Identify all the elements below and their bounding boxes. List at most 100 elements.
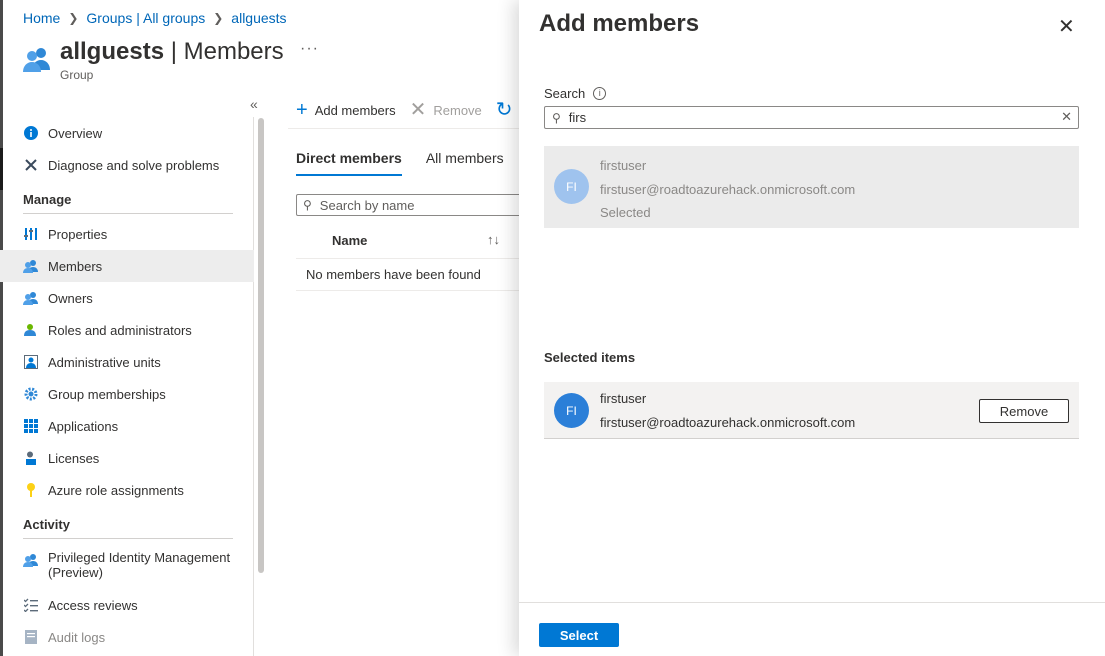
- result-details: firstuser firstuser@roadtoazurehack.onmi…: [600, 154, 855, 225]
- gear-icon: [23, 386, 39, 402]
- collapse-sidebar-icon[interactable]: «: [250, 96, 258, 112]
- toolbar-divider: [288, 128, 519, 129]
- close-icon[interactable]: ✕: [1058, 14, 1075, 39]
- sidebar-item-azure-role-assignments[interactable]: Azure role assignments: [0, 474, 254, 506]
- info-icon: [23, 125, 39, 141]
- roles-icon: [23, 322, 39, 338]
- add-members-button[interactable]: + Add members: [296, 100, 396, 120]
- column-header-name[interactable]: Name: [332, 233, 367, 248]
- search-result-item[interactable]: FI firstuser firstuser@roadtoazurehack.o…: [544, 146, 1079, 228]
- more-options-icon[interactable]: ···: [300, 40, 319, 58]
- sidebar-item-label: Owners: [48, 290, 93, 306]
- search-icon: ⚲: [552, 110, 561, 125]
- breadcrumb-groups[interactable]: Groups | All groups: [86, 10, 205, 26]
- page-subtitle: Group: [60, 68, 94, 82]
- member-search-placeholder: Search by name: [319, 197, 415, 213]
- empty-message: No members have been found: [306, 267, 481, 282]
- breadcrumb-home[interactable]: Home: [23, 10, 60, 26]
- add-members-panel: Add members ✕ Search i ⚲ firs ✕ FI first…: [519, 0, 1105, 656]
- selected-items-heading: Selected items: [544, 350, 636, 365]
- sidebar-item-label: Applications: [48, 418, 119, 434]
- group-icon: [23, 48, 50, 72]
- avatar: FI: [554, 169, 589, 204]
- search-input[interactable]: ⚲ firs ✕: [544, 106, 1079, 129]
- sidebar-item-admin-units[interactable]: Administrative units: [0, 346, 254, 378]
- pim-icon: [23, 552, 39, 568]
- panel-title: Add members: [539, 10, 700, 37]
- sidebar-item-label: Access reviews: [48, 597, 138, 613]
- search-value: firs: [568, 110, 587, 125]
- license-icon: [23, 450, 39, 466]
- sidebar-item-roles[interactable]: Roles and administrators: [0, 314, 254, 346]
- sidebar-item-pim[interactable]: Privileged Identity Management (Preview): [0, 543, 254, 589]
- breadcrumb-group[interactable]: allguests: [231, 10, 286, 26]
- section-manage: Manage: [23, 192, 72, 207]
- member-search-input[interactable]: ⚲ Search by name: [296, 194, 526, 216]
- clear-search-icon[interactable]: ✕: [1061, 109, 1072, 125]
- page-title: allguests | Members: [60, 38, 284, 65]
- refresh-icon: ↻: [495, 99, 513, 121]
- section-activity: Activity: [23, 517, 70, 532]
- toolbar: + Add members ✕ Remove ↻: [296, 100, 534, 120]
- sidebar-item-label: Overview: [48, 125, 103, 141]
- sidebar-item-label: Audit logs: [48, 629, 106, 645]
- selected-item: FI firstuser firstuser@roadtoazurehack.o…: [544, 382, 1079, 439]
- sidebar-item-label: Diagnose and solve problems: [48, 157, 220, 173]
- sidebar-item-group-memberships[interactable]: Group memberships: [0, 378, 254, 410]
- sidebar-item-licenses[interactable]: Licenses: [0, 442, 254, 474]
- sidebar-item-overview[interactable]: Overview: [0, 117, 254, 149]
- sort-icon[interactable]: ↑↓: [487, 232, 500, 247]
- search-label: Search i: [544, 86, 607, 101]
- sidebar-item-label: Members: [48, 258, 103, 274]
- info-icon[interactable]: i: [593, 87, 607, 100]
- sidebar-item-label: Privileged Identity Management (Preview): [48, 550, 231, 580]
- refresh-button[interactable]: ↻: [496, 100, 520, 120]
- result-email: firstuser@roadtoazurehack.onmicrosoft.co…: [600, 181, 856, 197]
- page-header: allguests | Members Group: [22, 38, 284, 82]
- members-icon: [23, 258, 39, 274]
- wrench-icon: [23, 157, 39, 173]
- remove-selected-button[interactable]: Remove: [979, 399, 1069, 423]
- sidebar-item-label: Azure role assignments: [48, 482, 184, 498]
- properties-icon: [23, 226, 39, 242]
- breadcrumb: Home ❯ Groups | All groups ❯ allguests: [23, 10, 287, 26]
- search-icon: ⚲: [303, 198, 312, 212]
- avatar: FI: [554, 393, 589, 428]
- admin-units-icon: [23, 354, 39, 370]
- sidebar-item-access-reviews[interactable]: Access reviews: [0, 589, 254, 621]
- chevron-right-icon: ❯: [68, 11, 79, 25]
- plus-icon: +: [296, 99, 308, 121]
- add-members-label: Add members: [314, 102, 396, 118]
- sidebar-scrollbar[interactable]: [258, 118, 264, 573]
- selected-details: firstuser firstuser@roadtoazurehack.onmi…: [600, 387, 855, 434]
- sidebar-item-audit-logs[interactable]: Audit logs: [0, 621, 254, 653]
- section-divider: [23, 213, 233, 214]
- chevron-right-icon: ❯: [213, 11, 224, 25]
- close-icon: ✕: [409, 99, 427, 121]
- tab-all-members[interactable]: All members: [426, 150, 504, 176]
- log-icon: [23, 629, 39, 645]
- sidebar-item-diagnose[interactable]: Diagnose and solve problems: [0, 149, 254, 181]
- table-divider: [296, 290, 519, 291]
- result-name: firstuser: [600, 158, 647, 173]
- sidebar-item-applications[interactable]: Applications: [0, 410, 254, 442]
- selected-name: firstuser: [600, 391, 647, 406]
- sidebar-item-label: Licenses: [48, 450, 100, 466]
- sidebar-item-properties[interactable]: Properties: [0, 218, 254, 250]
- remove-button[interactable]: ✕ Remove: [410, 100, 482, 120]
- select-button[interactable]: Select: [539, 623, 619, 647]
- sidebar: Overview Diagnose and solve problems Man…: [0, 117, 254, 653]
- checklist-icon: [23, 597, 39, 613]
- tab-direct-members[interactable]: Direct members: [296, 150, 402, 176]
- selected-email: firstuser@roadtoazurehack.onmicrosoft.co…: [600, 414, 856, 430]
- sidebar-item-label: Administrative units: [48, 354, 161, 370]
- grid-icon: [23, 418, 39, 434]
- tabs: Direct members All members: [296, 150, 528, 176]
- key-icon: [23, 482, 39, 498]
- result-status: Selected: [600, 205, 651, 220]
- sidebar-item-label: Properties: [48, 226, 108, 242]
- sidebar-item-owners[interactable]: Owners: [0, 282, 254, 314]
- sidebar-item-members[interactable]: Members: [0, 250, 254, 282]
- owners-icon: [23, 290, 39, 306]
- remove-label: Remove: [433, 102, 482, 118]
